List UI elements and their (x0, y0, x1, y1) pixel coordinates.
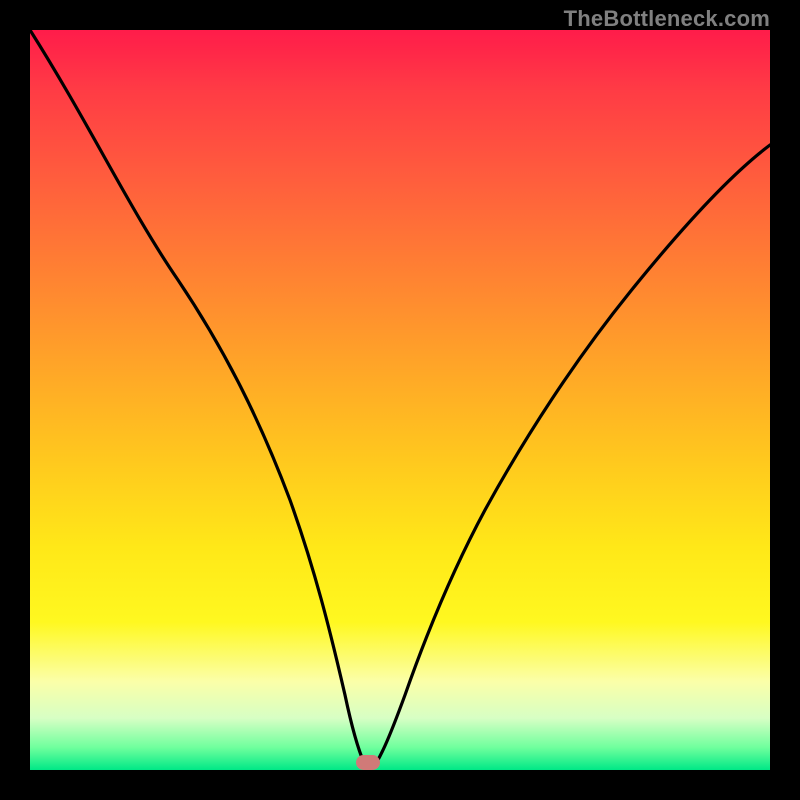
plot-area (30, 30, 770, 770)
watermark-text: TheBottleneck.com (564, 6, 770, 32)
curve-path (30, 30, 770, 770)
chart-frame: TheBottleneck.com (0, 0, 800, 800)
min-marker (356, 755, 380, 770)
bottleneck-curve (30, 30, 770, 770)
